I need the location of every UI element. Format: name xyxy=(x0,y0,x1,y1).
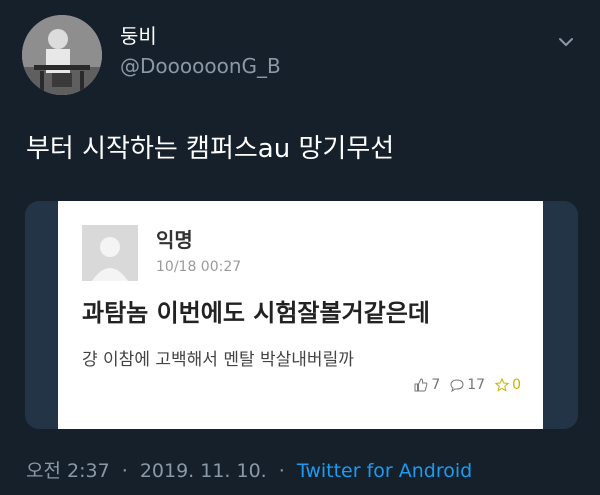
post-stats: 7 17 0 xyxy=(414,377,521,393)
like-count: 7 xyxy=(431,377,441,393)
thumbs-up-icon xyxy=(414,378,428,392)
tweet-time[interactable]: 오전 2:37 xyxy=(26,460,110,482)
post-title: 과탐놈 이번에도 시험잘볼거같은데 xyxy=(82,299,430,327)
tweet-text: 부터 시작하는 캠퍼스au 망기무선 xyxy=(26,134,395,164)
post-date: 10/18 00:27 xyxy=(156,259,242,275)
user-handle[interactable]: @DoooooonG_B xyxy=(120,54,281,78)
post-screenshot: 익명 10/18 00:27 과탐놈 이번에도 시험잘볼거같은데 걍 이참에 고… xyxy=(58,201,543,429)
media-card[interactable]: 익명 10/18 00:27 과탐놈 이번에도 시험잘볼거같은데 걍 이참에 고… xyxy=(25,201,578,429)
scrap-count: 0 xyxy=(512,377,521,393)
avatar-photo xyxy=(22,15,102,95)
display-name[interactable]: 둥비 xyxy=(120,20,157,49)
post-author: 익명 xyxy=(156,228,193,252)
comment-count: 17 xyxy=(467,377,486,393)
scrap-stat: 0 xyxy=(495,377,521,393)
like-stat: 7 xyxy=(414,377,440,393)
tweet-meta: 오전 2:37 · 2019. 11. 10. · Twitter for An… xyxy=(26,456,472,483)
star-icon xyxy=(495,378,510,392)
comment-stat: 17 xyxy=(450,377,485,393)
post-body: 걍 이참에 고백해서 멘탈 박살내버릴까 xyxy=(82,350,354,370)
tweet-date[interactable]: 2019. 11. 10. xyxy=(140,460,267,482)
tweet-source-link[interactable]: Twitter for Android xyxy=(297,460,472,482)
separator-dot: · xyxy=(121,460,128,482)
chevron-down-icon[interactable] xyxy=(556,32,576,52)
speech-bubble-icon xyxy=(450,379,464,392)
anonymous-avatar xyxy=(82,225,138,281)
separator-dot: · xyxy=(278,460,285,482)
avatar[interactable] xyxy=(22,15,102,95)
